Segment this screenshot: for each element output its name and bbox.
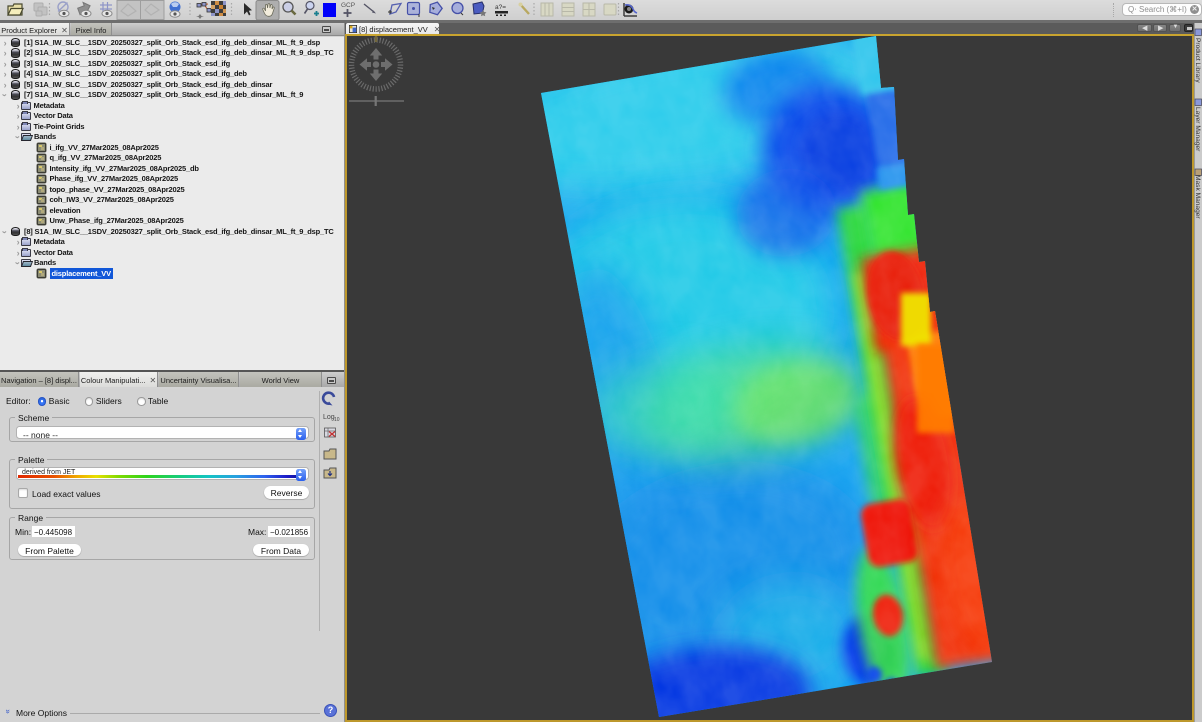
svg-text:Product Library: Product Library <box>1194 38 1201 83</box>
svg-text:10: 10 <box>334 417 340 423</box>
svg-text:Layer Manager: Layer Manager <box>1194 107 1201 152</box>
svg-text:a?=: a?= <box>495 4 506 11</box>
svg-text:Mask Manager: Mask Manager <box>1194 175 1201 219</box>
svg-text:GCP: GCP <box>341 2 355 9</box>
